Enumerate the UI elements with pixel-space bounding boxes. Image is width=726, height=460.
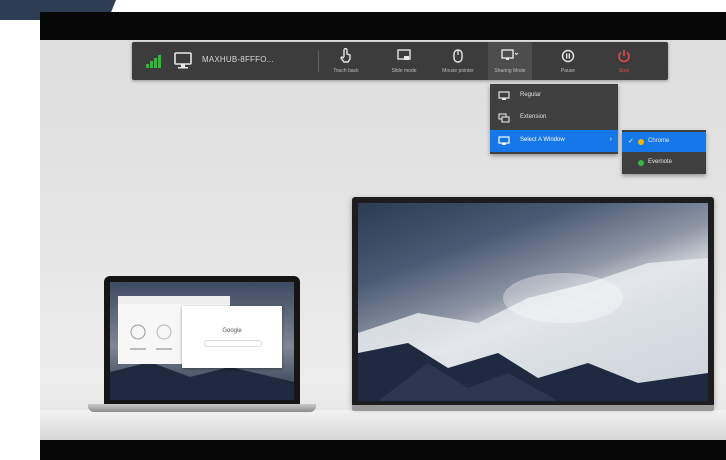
- menu-item-extension[interactable]: Extension: [490, 108, 618, 128]
- sharing-mode-icon: [501, 49, 519, 60]
- mouse-pointer-icon: [453, 49, 463, 63]
- touch-back-icon: [340, 48, 351, 63]
- submenu-item-evernote[interactable]: Evernote: [622, 153, 706, 173]
- stop-icon: [618, 50, 630, 63]
- top-letterbox: [40, 12, 726, 40]
- slide-mode-button[interactable]: Slide mode: [384, 42, 424, 80]
- slide-mode-label: Slide mode: [391, 68, 417, 74]
- scene: MAXHUB-8FFFO... Touch back Slide mode Mo…: [40, 40, 726, 440]
- submenu-item-chrome[interactable]: ✓ Chrome: [622, 132, 706, 152]
- stop-button[interactable]: Stop: [604, 42, 644, 80]
- window-icon: [498, 136, 510, 145]
- menu-item-label: Select A Window: [520, 137, 565, 143]
- sharing-mode-label: Sharing Mode: [494, 68, 526, 74]
- browser-window: Google: [182, 306, 282, 368]
- menu-item-select-window[interactable]: Select A Window ›: [490, 130, 618, 152]
- search-logo: Google: [222, 328, 242, 334]
- chevron-right-icon: ›: [609, 136, 612, 143]
- search-box: [204, 340, 262, 347]
- extend-display-icon: [498, 113, 510, 123]
- laptop: Google: [104, 276, 300, 406]
- touch-back-button[interactable]: Touch back: [326, 42, 366, 80]
- menu-item-label: Extension: [520, 114, 547, 120]
- slide-mode-icon: [397, 49, 411, 60]
- signal-icon: [146, 54, 162, 68]
- screen-share-toolbar: MAXHUB-8FFFO... Touch back Slide mode Mo…: [132, 42, 668, 80]
- bottom-letterbox: [40, 440, 726, 460]
- sharing-mode-button[interactable]: Sharing Mode: [488, 42, 532, 80]
- laptop-screen: Google: [110, 282, 294, 400]
- monitor-icon: [174, 52, 192, 74]
- sharing-mode-menu: Regular Extension Select A Window ›: [490, 84, 618, 154]
- floor: [40, 410, 726, 440]
- display-stand: [352, 405, 714, 411]
- window-submenu: ✓ Chrome Evernote: [622, 130, 706, 174]
- toolbar-divider: [318, 50, 319, 72]
- pause-icon: [561, 49, 575, 63]
- mouse-pointer-button[interactable]: Mouse pointer: [438, 42, 478, 80]
- pause-button[interactable]: Pause: [548, 42, 588, 80]
- laptop-base: [88, 404, 316, 412]
- monitor-icon: [498, 91, 510, 100]
- menu-item-label: Regular: [520, 92, 542, 98]
- chrome-icon: [638, 139, 644, 145]
- mouse-pointer-label: Mouse pointer: [442, 68, 474, 74]
- check-icon: ✓: [628, 138, 634, 145]
- touch-back-label: Touch back: [333, 68, 359, 74]
- stop-label: Stop: [618, 68, 630, 74]
- submenu-item-label: Evernote: [648, 159, 673, 165]
- display-screen-image: [358, 203, 708, 401]
- device-name[interactable]: MAXHUB-8FFFO...: [202, 55, 274, 64]
- submenu-item-label: Chrome: [648, 138, 670, 144]
- evernote-icon: [638, 160, 644, 166]
- pause-label: Pause: [560, 68, 576, 74]
- interactive-display: [352, 197, 714, 407]
- menu-item-regular[interactable]: Regular: [490, 86, 618, 106]
